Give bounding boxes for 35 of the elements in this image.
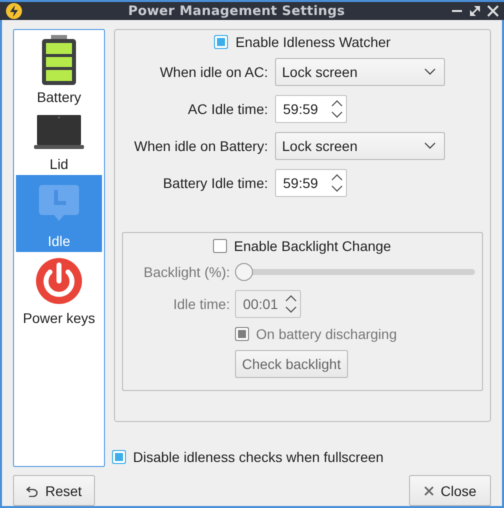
- undo-icon: [26, 484, 38, 496]
- field-label: When idle on Battery:: [133, 138, 268, 154]
- time-spinbox[interactable]: 00:01: [235, 290, 301, 318]
- time-spinbox[interactable]: 59:59: [275, 169, 347, 197]
- stepper-arrows-icon: [330, 172, 344, 194]
- field-label: When idle on AC:: [158, 64, 268, 80]
- dropdown[interactable]: Lock screen: [275, 58, 445, 86]
- checkbox[interactable]: On battery discharging: [235, 326, 397, 342]
- time-spinbox[interactable]: 59:59: [275, 95, 347, 123]
- stepper-arrows-icon: [284, 293, 298, 315]
- field-label: AC Idle time:: [186, 101, 268, 117]
- check-backlight-button[interactable]: Check backlight: [235, 350, 348, 378]
- chevron-down-icon: [424, 142, 436, 150]
- checkbox[interactable]: Disable idleness checks when fullscreen: [112, 449, 384, 465]
- maximize-icon: [468, 4, 482, 18]
- laptop-icon: [34, 112, 84, 152]
- stepper-arrows-icon: [330, 98, 344, 120]
- checkbox[interactable]: Enable Backlight Change: [129, 238, 475, 254]
- power-icon: [34, 256, 84, 306]
- field-label: Backlight (%):: [142, 264, 230, 280]
- sidebar-item[interactable]: Lid: [16, 108, 102, 175]
- window-title: Power Management Settings: [127, 4, 346, 18]
- slider[interactable]: [235, 262, 475, 282]
- field-label: Idle time:: [172, 296, 230, 312]
- field-label: Battery Idle time:: [162, 175, 268, 191]
- close-icon: [424, 486, 434, 496]
- reset-button[interactable]: Reset: [13, 475, 95, 506]
- sidebar-item[interactable]: Power keys: [16, 252, 102, 329]
- close-button[interactable]: Close: [409, 475, 491, 506]
- dropdown[interactable]: Lock screen: [275, 132, 445, 160]
- sidebar-item[interactable]: Battery: [16, 31, 102, 108]
- chevron-down-icon: [424, 68, 436, 76]
- slider-thumb[interactable]: [235, 263, 253, 281]
- checkbox[interactable]: Enable Idleness Watcher: [122, 34, 483, 50]
- close-icon: [486, 4, 500, 18]
